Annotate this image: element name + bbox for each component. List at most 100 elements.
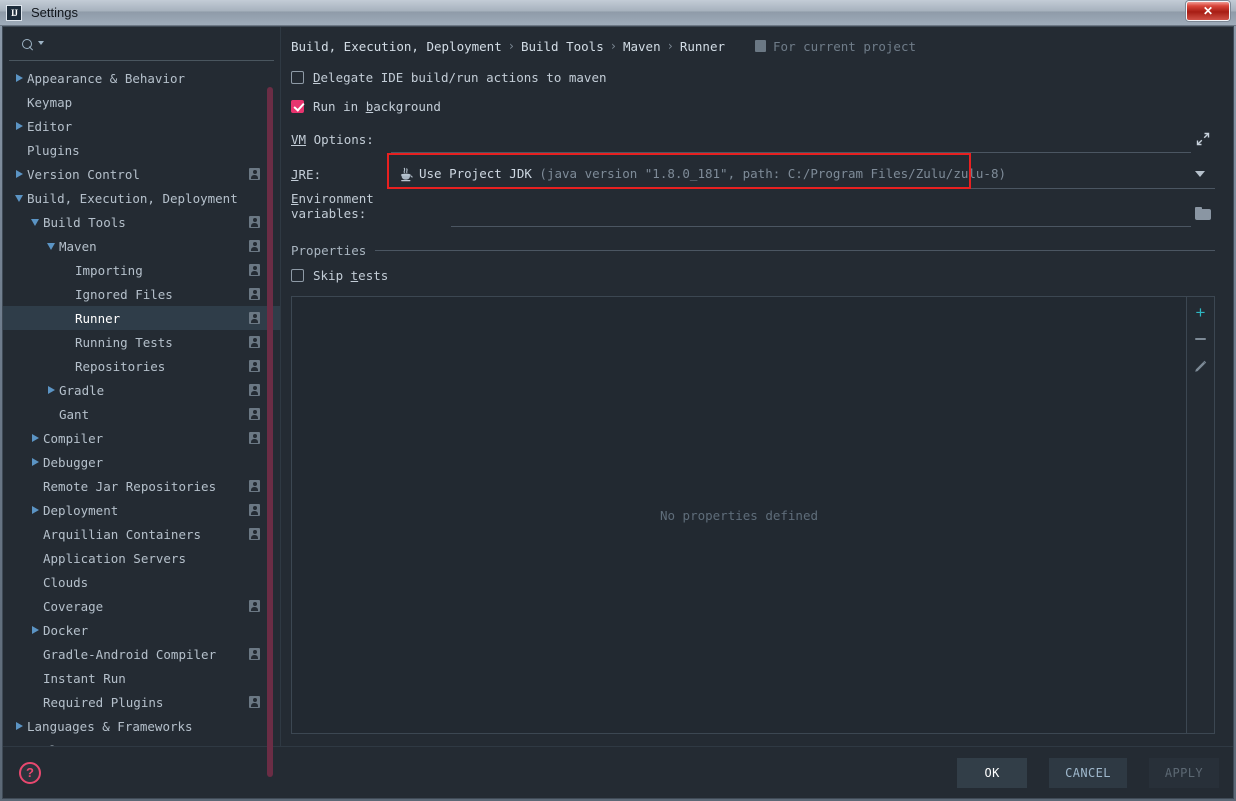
sidebar-item-label: Clouds xyxy=(43,574,89,590)
sidebar-item-arquillian-containers[interactable]: Arquillian Containers xyxy=(3,522,280,546)
plus-icon: + xyxy=(1195,302,1206,322)
sidebar-item-ignored-files[interactable]: Ignored Files xyxy=(3,282,280,306)
person-icon xyxy=(249,408,260,420)
chevron-right-icon[interactable] xyxy=(11,122,27,130)
sidebar-item-label: Tools xyxy=(27,743,258,747)
vm-options-input[interactable] xyxy=(391,125,1191,152)
sidebar-item-plugins[interactable]: Plugins xyxy=(3,138,280,162)
settings-sidebar: Appearance & Behavior Keymap Editor Plugins… xyxy=(3,27,281,777)
delegate-ide-build-checkbox[interactable] xyxy=(291,70,304,84)
skip-tests-checkbox-row[interactable]: Skip tests xyxy=(291,262,1215,288)
person-icon xyxy=(249,648,260,660)
chevron-right-icon[interactable] xyxy=(11,74,27,82)
sidebar-item-coverage[interactable]: Coverage xyxy=(3,594,280,618)
sidebar-item-clouds[interactable]: Clouds xyxy=(3,570,280,594)
sidebar-item-maven[interactable]: Maven xyxy=(3,234,280,258)
vm-options-expand-button[interactable] xyxy=(1191,125,1215,153)
sidebar-item-label: Version Control xyxy=(27,166,140,182)
chevron-right-icon[interactable] xyxy=(27,626,43,634)
properties-empty-message: No properties defined xyxy=(659,507,819,523)
settings-tree: Appearance & Behavior Keymap Editor Plugins… xyxy=(3,61,280,746)
jre-row: JRE: Use Project JDK (java version "1.8.… xyxy=(291,153,1215,193)
chevron-down-icon[interactable] xyxy=(1195,170,1205,177)
chevron-right-icon[interactable] xyxy=(43,386,59,394)
sidebar-item-appearance-behavior[interactable]: Appearance & Behavior xyxy=(3,66,280,90)
sidebar-item-build-execution-deployment[interactable]: Build, Execution, Deployment xyxy=(3,186,280,210)
search-input[interactable] xyxy=(49,38,262,52)
environment-variables-field[interactable] xyxy=(451,199,1191,227)
sidebar-item-gradle-android-compiler[interactable]: Gradle-Android Compiler xyxy=(3,642,280,666)
chevron-right-icon[interactable] xyxy=(11,170,27,178)
chevron-down-icon xyxy=(38,41,44,45)
environment-variables-input[interactable] xyxy=(451,199,1191,226)
chevron-down-icon[interactable] xyxy=(27,218,43,226)
breadcrumb-item: Runner xyxy=(679,38,726,54)
run-in-background-label: Run in background xyxy=(313,98,441,114)
sidebar-item-repositories[interactable]: Repositories xyxy=(3,354,280,378)
for-current-project-label: For current project xyxy=(773,38,917,54)
search-box[interactable] xyxy=(9,30,274,61)
sidebar-item-label: Languages & Frameworks xyxy=(27,718,193,734)
sidebar-item-debugger[interactable]: Debugger xyxy=(3,450,280,474)
sidebar-item-keymap[interactable]: Keymap xyxy=(3,90,280,114)
sidebar-item-deployment[interactable]: Deployment xyxy=(3,498,280,522)
sidebar-item-tools[interactable]: Tools xyxy=(3,738,280,747)
ok-button[interactable]: OK xyxy=(957,757,1028,788)
sidebar-item-compiler[interactable]: Compiler xyxy=(3,426,280,450)
sidebar-item-application-servers[interactable]: Application Servers xyxy=(3,546,280,570)
sidebar-item-importing[interactable]: Importing xyxy=(3,258,280,282)
sidebar-item-remote-jar-repositories[interactable]: Remote Jar Repositories xyxy=(3,474,280,498)
environment-variables-label: Environment variables: xyxy=(291,191,374,221)
sidebar-item-label: Build, Execution, Deployment xyxy=(27,190,238,206)
sidebar-item-docker[interactable]: Docker xyxy=(3,618,280,642)
run-in-background-checkbox-row[interactable]: Run in background xyxy=(291,93,1215,119)
sidebar-item-version-control[interactable]: Version Control xyxy=(3,162,280,186)
sidebar-item-gradle[interactable]: Gradle xyxy=(3,378,280,402)
vm-options-field[interactable] xyxy=(391,125,1191,153)
chevron-down-icon[interactable] xyxy=(43,242,59,250)
person-icon xyxy=(249,336,260,348)
person-icon xyxy=(249,216,260,228)
folder-icon xyxy=(1195,206,1211,220)
sidebar-item-instant-run[interactable]: Instant Run xyxy=(3,666,280,690)
skip-tests-label: Skip tests xyxy=(313,267,389,283)
chevron-right-icon[interactable] xyxy=(27,506,43,514)
chevron-right-icon[interactable] xyxy=(27,434,43,442)
dialog-footer: ? OK CANCEL APPLY xyxy=(3,746,1233,798)
chevron-right-icon[interactable] xyxy=(11,722,27,730)
chevron-right-icon[interactable] xyxy=(27,458,43,466)
cancel-button[interactable]: CANCEL xyxy=(1049,757,1127,788)
close-icon[interactable]: ✕ xyxy=(1186,1,1230,21)
sidebar-item-running-tests[interactable]: Running Tests xyxy=(3,330,280,354)
sidebar-item-label: Required Plugins xyxy=(43,694,164,710)
apply-button: APPLY xyxy=(1148,757,1219,788)
sidebar-item-languages-frameworks[interactable]: Languages & Frameworks xyxy=(3,714,280,738)
jre-combobox[interactable]: Use Project JDK (java version "1.8.0_181… xyxy=(387,153,1215,189)
sidebar-scrollbar[interactable] xyxy=(267,87,273,777)
skip-tests-checkbox[interactable] xyxy=(291,268,304,282)
person-icon xyxy=(249,480,260,492)
sidebar-item-label: Arquillian Containers xyxy=(43,526,202,542)
remove-property-button[interactable] xyxy=(1190,330,1212,348)
pencil-icon xyxy=(1195,360,1207,372)
person-icon xyxy=(249,288,260,300)
environment-variables-browse-button[interactable] xyxy=(1191,199,1215,227)
sidebar-item-editor[interactable]: Editor xyxy=(3,114,280,138)
edit-property-button[interactable] xyxy=(1190,357,1212,375)
chevron-right-glyph xyxy=(31,458,39,466)
sidebar-item-label: Remote Jar Repositories xyxy=(43,478,217,494)
sidebar-item-label: Repositories xyxy=(75,358,166,374)
properties-table[interactable]: No properties defined xyxy=(291,296,1187,734)
sidebar-item-label: Keymap xyxy=(27,94,73,110)
delegate-ide-build-checkbox-row[interactable]: Delegate IDE build/run actions to maven xyxy=(291,64,1215,90)
sidebar-item-gant[interactable]: Gant xyxy=(3,402,280,426)
chevron-right-glyph xyxy=(15,122,23,130)
add-property-button[interactable]: + xyxy=(1190,303,1212,321)
delegate-ide-build-label: Delegate IDE build/run actions to maven xyxy=(313,69,607,85)
run-in-background-checkbox[interactable] xyxy=(291,99,304,113)
sidebar-item-required-plugins[interactable]: Required Plugins xyxy=(3,690,280,714)
chevron-down-icon[interactable] xyxy=(11,194,27,202)
sidebar-item-runner[interactable]: Runner xyxy=(3,306,280,330)
help-icon[interactable]: ? xyxy=(19,761,41,784)
sidebar-item-build-tools[interactable]: Build Tools xyxy=(3,210,280,234)
